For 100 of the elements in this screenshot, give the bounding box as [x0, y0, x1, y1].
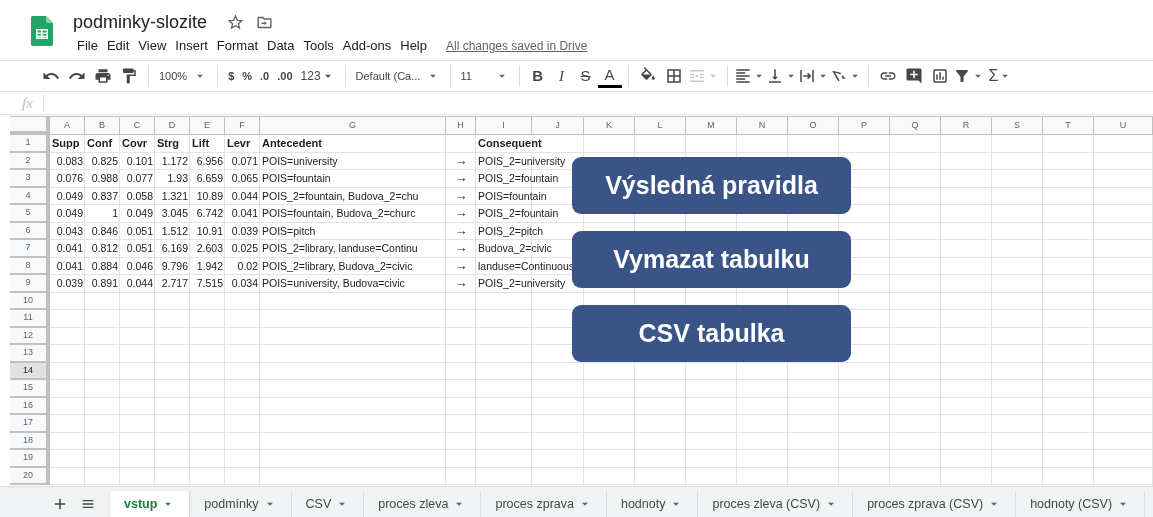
sheet-tab[interactable]: vstup — [110, 491, 191, 517]
column-header[interactable]: U — [1094, 117, 1153, 135]
table-cell-text: POIS=fountain — [262, 171, 331, 187]
table-cell-text: Supp — [52, 136, 80, 152]
column-header[interactable]: N — [737, 117, 788, 135]
document-title[interactable]: podminky-slozite — [73, 10, 208, 34]
menu-item[interactable]: Data — [263, 36, 299, 56]
column-header[interactable]: T — [1043, 117, 1094, 135]
table-cell-text: 6.169 — [161, 241, 188, 257]
table-cell-text: 10.89 — [196, 188, 223, 204]
action-button[interactable]: Výsledná pravidla — [572, 157, 851, 214]
column-header[interactable]: E — [190, 117, 225, 135]
merge-icon — [687, 67, 706, 85]
table-cell-text: POIS_2=fountain — [478, 171, 559, 187]
fx-label: fx — [22, 95, 44, 111]
sheet-tab[interactable]: proces zprava — [481, 491, 607, 517]
column-header[interactable]: O — [788, 117, 839, 135]
column-header[interactable]: F — [225, 117, 260, 135]
column-header[interactable]: L — [635, 117, 686, 135]
currency-button[interactable]: $ — [224, 64, 239, 88]
column-header[interactable]: P — [839, 117, 890, 135]
menu-item[interactable]: Tools — [299, 36, 338, 56]
table-cell-text: 3.045 — [161, 206, 188, 222]
table-cell-text: Strg — [157, 136, 179, 152]
sheet-tab[interactable]: proces zleva (CSV) — [698, 491, 854, 517]
table-cell-text: 0.039 — [231, 223, 258, 239]
table-cell: → — [454, 187, 468, 204]
table-cell-text: Lift — [192, 136, 210, 152]
table-cell-text: 0.076 — [56, 171, 83, 187]
percent-button[interactable]: % — [238, 64, 257, 88]
functions-button[interactable]: Σ — [988, 64, 1013, 88]
decrease-decimals-button[interactable]: .0 — [256, 64, 274, 88]
column-header[interactable]: S — [992, 117, 1043, 135]
menu-item[interactable]: Add-ons — [338, 36, 396, 56]
action-button[interactable]: CSV tabulka — [572, 305, 851, 362]
menu-item[interactable]: File — [73, 36, 102, 56]
table-cell-text: 0.077 — [126, 171, 153, 187]
row-header[interactable]: 7 — [10, 240, 50, 257]
column-header[interactable]: G — [260, 117, 446, 135]
table-cell-text: POIS_2=library, landuse=Continu — [262, 241, 418, 257]
table-cell-text: 9.796 — [161, 258, 188, 274]
print-icon — [94, 67, 112, 85]
column-header[interactable]: H — [446, 117, 476, 135]
sheet-tab[interactable]: proces zprava (CSV) — [853, 491, 1017, 517]
row-header[interactable]: 19 — [10, 450, 50, 467]
italic-button[interactable]: I — [549, 64, 574, 88]
table-cell-text: 2.717 — [161, 276, 188, 292]
text-color-button[interactable]: A — [597, 64, 622, 88]
table-cell-text: 6.659 — [196, 171, 223, 187]
number-format-dropdown[interactable]: 123 — [296, 64, 339, 88]
column-header[interactable]: D — [155, 117, 190, 135]
menu-item[interactable]: Edit — [102, 36, 134, 56]
column-header[interactable]: R — [941, 117, 992, 135]
sheet-tab[interactable]: hodnoty — [606, 491, 699, 517]
menu-item[interactable]: Insert — [171, 36, 212, 56]
table-cell-text: POIS_2=pitch — [478, 223, 544, 239]
column-header[interactable]: J — [532, 117, 584, 135]
row-header[interactable]: 15 — [10, 380, 50, 397]
row-header[interactable]: 3 — [10, 170, 50, 187]
row-header[interactable]: 1 — [10, 135, 50, 152]
star-button[interactable] — [227, 13, 245, 31]
action-button[interactable]: Vymazat tabulku — [572, 231, 851, 288]
table-cell-text: 0.044 — [126, 276, 153, 292]
table-cell-text: POIS_2=fountain, Budova_2=chu — [262, 188, 419, 204]
column-header[interactable]: B — [85, 117, 120, 135]
column-header[interactable]: Q — [890, 117, 941, 135]
sheets-logo[interactable] — [31, 16, 53, 46]
column-header[interactable]: K — [584, 117, 635, 135]
sheet-tab[interactable]: CSV — [291, 491, 365, 517]
zoom-dropdown[interactable]: 100% — [155, 64, 212, 88]
strikethrough-button[interactable]: S — [573, 64, 598, 88]
row-header[interactable]: 5 — [10, 205, 50, 222]
menu-item[interactable]: View — [134, 36, 171, 56]
table-cell-text: 1.512 — [161, 223, 188, 239]
bold-button[interactable]: B — [525, 64, 550, 88]
sheet-tab[interactable]: hodnoty (CSV) — [1016, 491, 1146, 517]
column-header[interactable]: A — [50, 117, 85, 135]
increase-decimals-button[interactable]: .00 — [273, 64, 297, 88]
table-cell-text: 0.812 — [91, 241, 118, 257]
row-header[interactable]: 11 — [10, 310, 50, 327]
font-dropdown[interactable]: Default (Ca... — [351, 64, 444, 88]
row-header[interactable]: 9 — [10, 275, 50, 292]
menu-item[interactable]: Format — [212, 36, 262, 56]
menu-item[interactable]: Help — [396, 36, 431, 56]
column-header[interactable]: M — [686, 117, 737, 135]
column-header[interactable]: I — [476, 117, 532, 135]
sheet-tab[interactable]: podmínky — [190, 491, 292, 517]
row-header[interactable]: 13 — [10, 345, 50, 362]
save-status-link[interactable]: All changes saved in Drive — [446, 36, 588, 56]
table-cell-text: POIS=pitch — [262, 223, 316, 239]
row-header[interactable]: 17 — [10, 415, 50, 432]
table-cell-text: 6.956 — [196, 153, 223, 169]
star-icon — [227, 13, 245, 31]
column-header[interactable]: C — [120, 117, 155, 135]
font-size-dropdown[interactable]: 11 — [456, 64, 513, 88]
table-cell-text: 0.051 — [126, 223, 153, 239]
corner-cell[interactable] — [10, 117, 50, 135]
table-cell-text: 7.515 — [196, 276, 223, 292]
table-cell-text: 0.039 — [56, 276, 83, 292]
sheet-tab[interactable]: proces zleva — [364, 491, 482, 517]
